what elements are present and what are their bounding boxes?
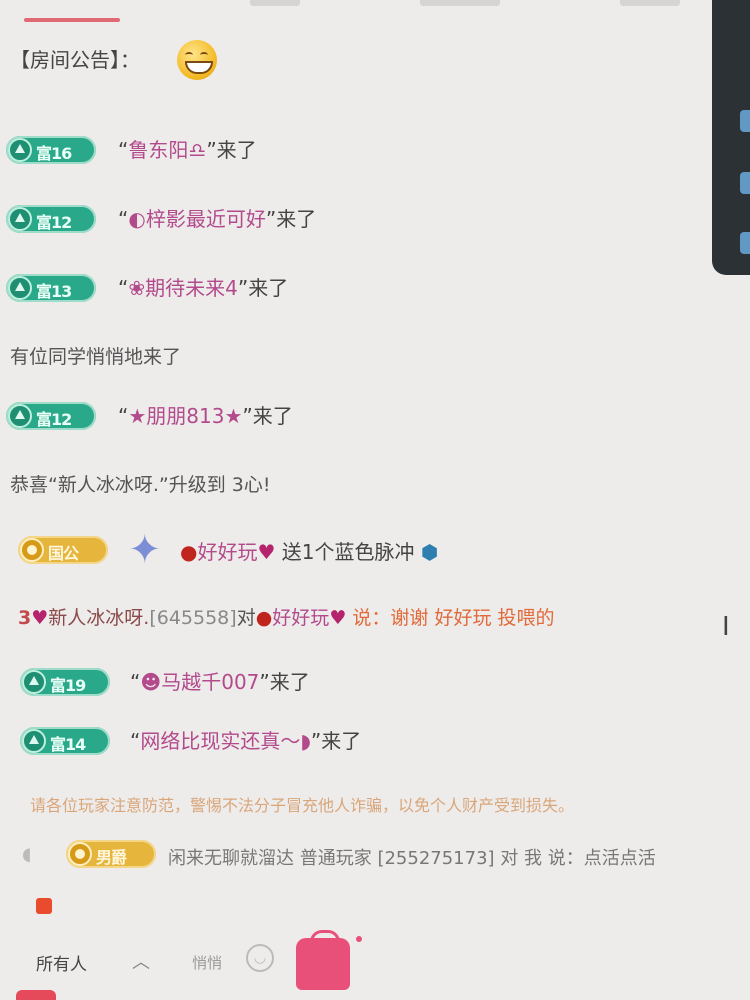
top-tab-bar <box>0 0 750 26</box>
chat-message: 富12 “◐梓影最近可好”来了 <box>0 201 740 241</box>
chat-message: 富16 “鲁东阳♎”来了 <box>0 132 740 172</box>
heart-icon: ♥ <box>257 540 276 564</box>
side-panel-icon[interactable] <box>740 110 750 132</box>
level-icon <box>8 138 32 162</box>
grin-face-icon <box>177 40 217 80</box>
tab-placeholder[interactable] <box>250 0 300 6</box>
notification-dot <box>356 936 362 942</box>
red-tag-icon[interactable] <box>36 898 52 914</box>
gift-text: ●好好玩♥ 送1个蓝色脉冲 ⬢ <box>180 540 439 564</box>
level-icon <box>8 207 32 231</box>
level-icon <box>22 729 46 753</box>
username[interactable]: 网络比现实还真～◗ <box>140 729 311 753</box>
recipient-select[interactable]: 所有人 <box>36 950 87 975</box>
emoji-icon[interactable]: ◡ <box>246 944 274 972</box>
username[interactable]: ◐梓影最近可好 <box>128 207 265 231</box>
noble-badge[interactable]: 国公 <box>18 536 108 564</box>
noble-icon <box>20 538 44 562</box>
username[interactable]: ★朋朋813★ <box>128 404 242 428</box>
security-warning: 请各位玩家注意防范，警惕不法分子冒充他人诈骗，以免个人财产受到损失。 <box>30 796 575 815</box>
private-chat-line: ◖ 男爵 闲来无聊就溜达 普通玩家 [255275173] 对 我 说：点活点活 <box>18 840 748 872</box>
private-chat-line: 3♥新人冰冰呀.[645558]对●好好玩♥ 说：谢谢 好好玩 投喂的 <box>18 607 555 629</box>
side-panel-icon[interactable] <box>740 172 750 194</box>
speaker-icon[interactable]: ◖ <box>22 844 31 865</box>
tab-placeholder[interactable] <box>620 0 680 6</box>
side-panel-icon[interactable] <box>740 232 750 254</box>
blue-pulse-gift-icon: ⬢ <box>420 540 439 564</box>
chat-input-toolbar: 所有人 ︿ 悄悄 ◡ <box>0 890 750 1000</box>
baron-badge[interactable]: 男爵 <box>66 840 156 868</box>
level-badge[interactable]: 富12 <box>6 205 96 233</box>
chat-message: 富14 “网络比现实还真～◗”来了 <box>0 723 740 763</box>
username[interactable]: ❀期待未来4 <box>128 276 237 300</box>
chevron-up-icon[interactable]: ︿ <box>132 948 150 974</box>
username[interactable]: 新人冰冰呀. <box>48 607 149 629</box>
star-avatar-icon: ✦ <box>128 527 162 573</box>
active-tab-indicator <box>24 18 120 22</box>
gift-bag-icon[interactable] <box>296 930 350 990</box>
level-icon <box>22 670 46 694</box>
tomato-icon: ● <box>180 540 198 564</box>
level-icon <box>8 404 32 428</box>
level-icon <box>8 276 32 300</box>
chat-input[interactable]: 悄悄 <box>192 952 222 973</box>
level-badge[interactable]: 富12 <box>6 402 96 430</box>
tab-placeholder[interactable] <box>420 0 500 6</box>
level-badge[interactable]: 富14 <box>20 727 110 755</box>
text-cursor-icon: I <box>722 612 730 642</box>
level-badge[interactable]: 富16 <box>6 136 96 164</box>
chat-message: 富12 “★朋朋813★”来了 <box>0 398 740 438</box>
username[interactable]: 好好玩 <box>272 607 329 629</box>
system-message: 有位同学悄悄地来了 <box>10 346 182 368</box>
level-badge[interactable]: 富19 <box>20 668 110 696</box>
username[interactable]: 好好玩 <box>197 540 257 564</box>
system-message: 恭喜“新人冰冰呀.”升级到 3心! <box>10 474 271 496</box>
tomato-icon: ● <box>255 607 273 629</box>
noble-icon <box>68 842 92 866</box>
chat-message: 富19 “☻马越千007”来了 <box>0 664 740 704</box>
username[interactable]: ☻马越千007 <box>140 670 259 694</box>
bottom-tab-indicator <box>16 990 56 1000</box>
room-announcement-label: 【房间公告】： <box>10 48 140 72</box>
heart-icon: ♥ <box>31 607 49 629</box>
heart-icon: ♥ <box>329 607 347 629</box>
level-badge[interactable]: 富13 <box>6 274 96 302</box>
username[interactable]: 鲁东阳♎ <box>128 138 206 162</box>
chat-message: 富13 “❀期待未来4”来了 <box>0 270 740 310</box>
